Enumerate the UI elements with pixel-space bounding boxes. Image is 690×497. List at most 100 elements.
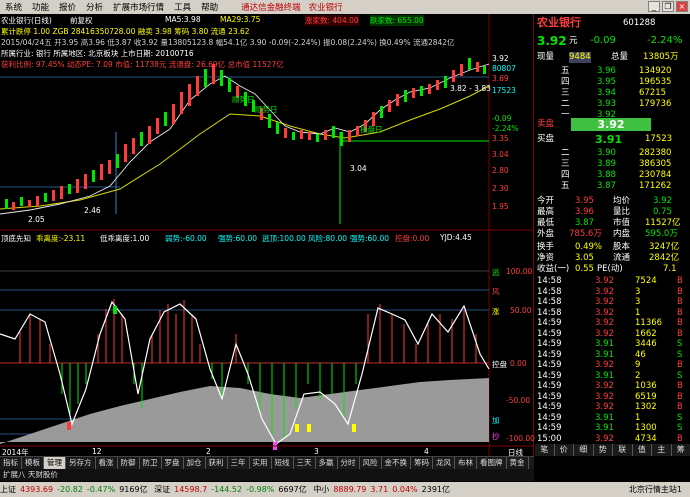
sell-row[interactable]: 卖盘 3.92 xyxy=(535,118,690,131)
indicator-v8-value: 0.00 xyxy=(412,234,430,243)
indicator-tab[interactable]: 看图牌 xyxy=(477,457,507,469)
tick-row: 14:59 3.91 1300 S xyxy=(535,423,690,434)
chart-row5: 获利比例: 97.45% 动态PE: 7.09 市值: 11738元 流通盘: … xyxy=(1,60,284,69)
quote-tab-0[interactable]: 笔 xyxy=(535,444,555,456)
menu-analysis[interactable]: 分析 xyxy=(81,1,108,13)
indicator-v3-key: 弱势: xyxy=(165,234,183,243)
stat-0-v1: 3.95 xyxy=(575,196,594,206)
tick-row: 14:59 3.92 1662 B xyxy=(535,329,690,340)
stat-4-v2: 3247亿 xyxy=(649,242,680,252)
indicator-v1: 乖离度:-23.11 xyxy=(36,233,85,244)
chart-area[interactable]: 农业银行(日线) 前复权 MA5:3.98 MA29:3.75 涨家数: 404… xyxy=(0,14,535,457)
quote-tab-3[interactable]: 势 xyxy=(594,444,613,456)
indicator-tab[interactable]: 多赢 xyxy=(316,457,338,469)
chart-title: 农业银行(日线) xyxy=(1,16,52,25)
indicator-v1-key: 乖离度: xyxy=(36,234,62,243)
menu-bar: 系统 功能 报价 分析 扩展市场行情 工具 帮助 通达信金融终端 农业银行 _ … xyxy=(0,0,690,14)
indicator-tab[interactable]: 三天 xyxy=(294,457,316,469)
quote-tab-2[interactable]: 细 xyxy=(574,444,594,456)
ma29-key: MA29: xyxy=(220,15,244,24)
bid-row-2[interactable]: 二 3.90 282380 xyxy=(535,148,690,159)
stat-3-l1: 外盘 xyxy=(537,229,555,239)
menu-help[interactable]: 帮助 xyxy=(196,1,223,13)
indicator-tab[interactable]: 模板 xyxy=(22,457,44,469)
indicator-tab[interactable]: 获利 xyxy=(206,457,228,469)
menu-system[interactable]: 系统 xyxy=(0,1,27,13)
ask-row-2[interactable]: 二 3.93 179736 xyxy=(535,99,690,110)
indicator-tab[interactable]: 管理 xyxy=(44,457,66,469)
menu-quote[interactable]: 报价 xyxy=(54,1,81,13)
ask-5-price: 3.96 xyxy=(597,66,616,76)
menu-function[interactable]: 功能 xyxy=(27,1,54,13)
tick-price: 3.92 xyxy=(595,391,614,402)
tick-price: 3.92 xyxy=(595,433,614,444)
indicator-tab[interactable]: 防卫 xyxy=(140,457,162,469)
quote-tab-6[interactable]: 主 xyxy=(652,444,672,456)
bid-row-3[interactable]: 三 3.89 386305 xyxy=(535,159,690,170)
indicator-v2-key: 低乖离度: xyxy=(100,234,133,243)
ind-axis-4: -100.00 xyxy=(506,434,535,443)
bid-2-price: 3.90 xyxy=(597,148,616,158)
sub-bar-text[interactable]: 扩展八 天财股价 xyxy=(0,470,58,479)
zx-index: 8889.79 xyxy=(333,485,367,494)
bid-4-price: 3.88 xyxy=(597,170,616,180)
tick-time: 14:58 xyxy=(537,307,562,318)
stat-3-l2: 内盘 xyxy=(613,229,631,239)
close-icon[interactable]: × xyxy=(676,1,688,12)
bid-row-5[interactable]: 五 3.87 171262 xyxy=(535,181,690,192)
tick-vol: 1302 xyxy=(635,402,657,412)
ask-2-label: 二 xyxy=(561,99,570,109)
stat-row-1: 最高 3.96 量比 0.75 xyxy=(535,207,690,218)
indicator-tab[interactable]: 罗盘 xyxy=(162,457,184,469)
indicator-tab[interactable]: 筹码 xyxy=(411,457,433,469)
indicator-tab[interactable]: 加仓 xyxy=(184,457,206,469)
ind-line-bottom: 抄 xyxy=(492,432,500,441)
minimize-icon[interactable]: _ xyxy=(648,1,660,12)
indicator-tab[interactable]: 看涨 xyxy=(96,457,118,469)
tick-time: 14:59 xyxy=(537,402,562,412)
stat-5-v1: 3.05 xyxy=(575,253,594,263)
indicator-tab[interactable]: 分时 xyxy=(338,457,360,469)
status-bar: 上证 4393.69 -20.82 -0.47% 9169亿 深证 14598.7 -144… xyxy=(0,482,690,497)
price-tick-5: -2.24% xyxy=(492,124,519,133)
indicator-tab[interactable]: 三年 xyxy=(228,457,250,469)
tick-dir: B xyxy=(677,433,683,444)
ask-row-5[interactable]: 五 3.96 134920 xyxy=(535,66,690,77)
stat-2-v2: 11527亿 xyxy=(645,218,681,228)
stat-6-v2: 7.1 xyxy=(663,264,677,274)
ask-row-3[interactable]: 三 3.94 67215 xyxy=(535,88,690,99)
buy-row[interactable]: 买盘 3.91 17523 xyxy=(535,133,690,146)
indicator-v5-key: 逃顶: xyxy=(262,234,280,243)
indicator-tab[interactable]: 实用 xyxy=(250,457,272,469)
menu-ext-market[interactable]: 扩展市场行情 xyxy=(108,1,169,13)
indicator-tab[interactable]: 指标 xyxy=(0,457,22,469)
indicator-tab[interactable]: 风险 xyxy=(360,457,382,469)
indicator-tab[interactable]: 防御 xyxy=(118,457,140,469)
indicator-v7-key: 强势: xyxy=(350,234,368,243)
bid-row-4[interactable]: 四 3.88 230784 xyxy=(535,170,690,181)
indicator-tab[interactable]: 龙风 xyxy=(433,457,455,469)
sh-change: -20.82 xyxy=(57,485,83,494)
indicator-tab[interactable]: 黄金 xyxy=(507,457,529,469)
tick-row: 14:59 3.91 46 S xyxy=(535,350,690,361)
ask-5-label: 五 xyxy=(561,66,570,76)
quote-price-row: 3.92 元 -0.09 -2.24% xyxy=(535,34,690,48)
indicator-tab[interactable]: 布林 xyxy=(455,457,477,469)
quote-tab-4[interactable]: 联 xyxy=(613,444,633,456)
server-name[interactable]: 北京行情主站1 xyxy=(629,482,682,497)
indicator-tab[interactable]: 另存方 xyxy=(66,457,96,469)
quote-tab-1[interactable]: 价 xyxy=(555,444,574,456)
indicator-v9-key: YJD: xyxy=(440,233,456,242)
stat-2-v1: 3.87 xyxy=(575,218,594,228)
restore-icon[interactable]: ❐ xyxy=(662,1,674,12)
menu-tools[interactable]: 工具 xyxy=(169,1,196,13)
indicator-tab[interactable]: 金不换 xyxy=(382,457,411,469)
ask-5-vol: 134920 xyxy=(639,66,672,76)
tick-dir: B xyxy=(677,381,683,391)
quote-tab-5[interactable]: 值 xyxy=(633,444,652,456)
candles xyxy=(5,58,486,210)
quote-tab-7[interactable]: 筹 xyxy=(672,444,690,456)
indicator-tab[interactable]: 短线 xyxy=(272,457,294,469)
ask-row-4[interactable]: 四 3.95 196535 xyxy=(535,77,690,88)
tick-time: 14:59 xyxy=(537,339,562,349)
